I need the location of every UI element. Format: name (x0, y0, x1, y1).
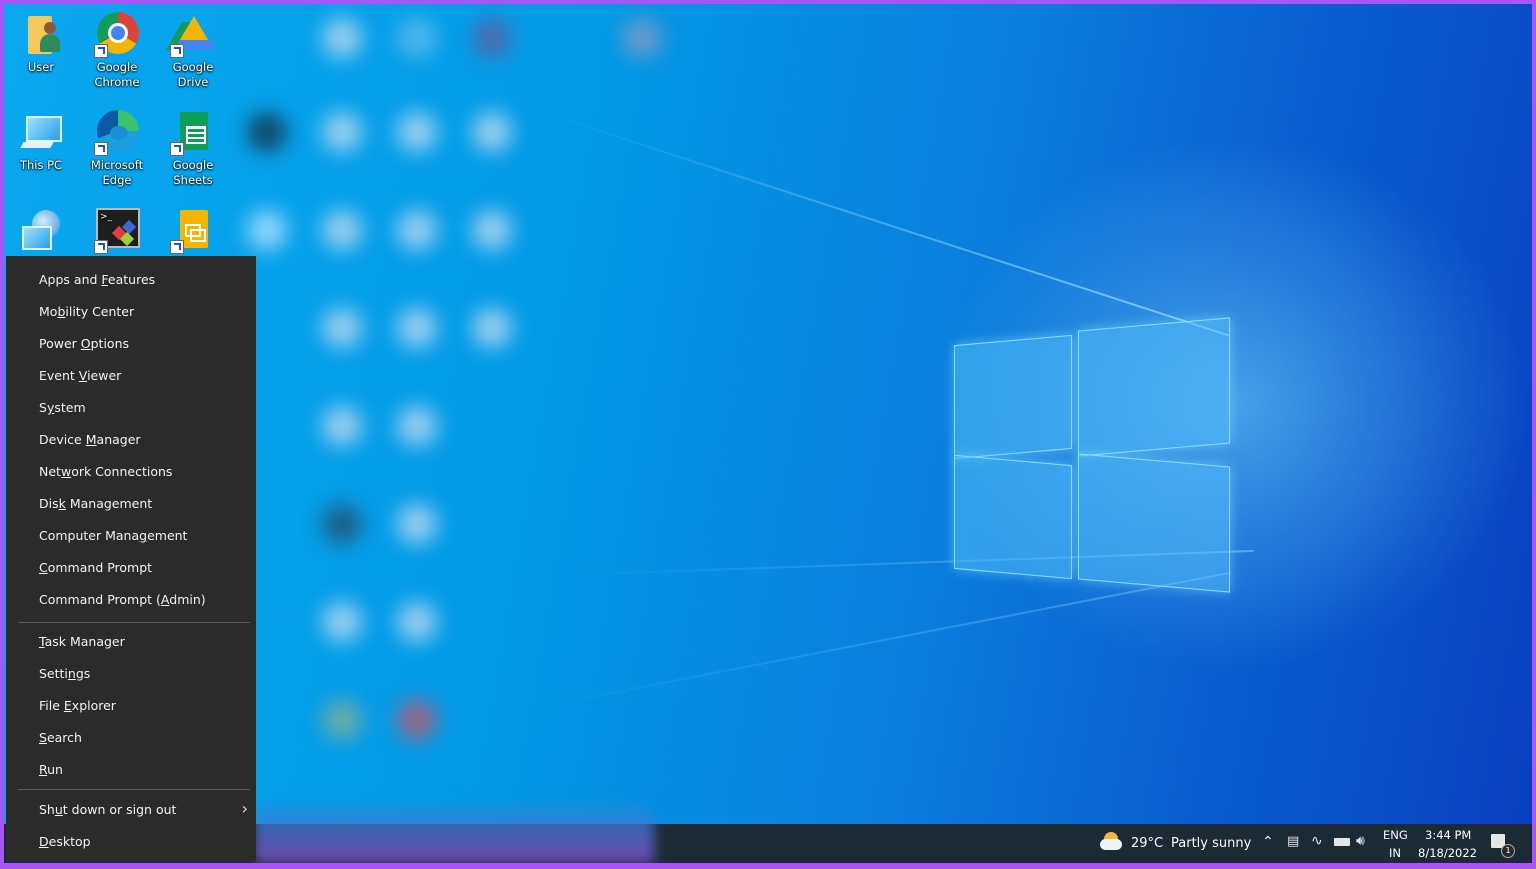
meet-now-icon[interactable]: ▤ (1287, 834, 1299, 849)
desktop-icon-google-drive[interactable]: Google Drive (156, 12, 230, 90)
desktop-icon-label: Microsoft Edge (90, 158, 144, 187)
desktop-icon-google-slides[interactable] (156, 208, 230, 256)
blurred-desktop-icons (232, 4, 672, 824)
desktop-icon-google-chrome[interactable]: Google Chrome (80, 12, 154, 90)
menu-item-device-manager[interactable]: Device Manager (39, 429, 141, 451)
desktop-icon-label: This PC (19, 158, 63, 172)
desktop-icon-network[interactable] (4, 208, 78, 256)
blurred-taskbar-apps (254, 804, 654, 863)
wifi-icon[interactable]: ∿ (1311, 833, 1323, 849)
notification-count-badge: 1 (1501, 844, 1515, 858)
menu-item-settings[interactable]: Settings (39, 663, 90, 685)
windows-logo (954, 310, 1234, 598)
accelerator-key: R (39, 762, 48, 777)
desktop-icon-microsoft-edge[interactable]: Microsoft Edge (80, 110, 154, 188)
accelerator-key: n (67, 666, 76, 681)
accelerator-key: O (80, 336, 91, 351)
accelerator-key: M (85, 432, 97, 447)
menu-item-task-manager[interactable]: Task Manager (39, 631, 125, 653)
menu-item-mobility-center[interactable]: Mobility Center (39, 301, 134, 323)
winx-context-menu: Apps and Features Mobility Center Power … (6, 256, 256, 861)
logo-pane-bottom-right (1078, 453, 1230, 593)
menu-item-command-prompt-admin[interactable]: Command Prompt (Admin) (39, 589, 206, 611)
desktop-icon-google-sheets[interactable]: Google Sheets (156, 110, 230, 188)
language-indicator-line2[interactable]: IN (1389, 846, 1401, 860)
weather-temperature[interactable]: 29°C (1131, 836, 1163, 851)
desktop-icon-user[interactable]: User (4, 12, 78, 75)
menu-item-event-viewer[interactable]: Event Viewer (39, 365, 121, 387)
this-pc-icon (18, 110, 64, 156)
clock-time[interactable]: 3:44 PM (1425, 828, 1471, 842)
google-sheets-icon (170, 110, 216, 156)
logo-pane-bottom-left (954, 454, 1072, 580)
menu-item-command-prompt[interactable]: Command Prompt (39, 557, 152, 579)
menu-item-disk-management[interactable]: Disk Management (39, 493, 152, 515)
menu-item-system[interactable]: System (39, 397, 86, 419)
menu-item-computer-management[interactable]: Computer Management (39, 525, 187, 547)
clock-date[interactable]: 8/18/2022 (1418, 846, 1477, 860)
battery-icon[interactable] (1334, 838, 1350, 846)
logo-pane-top-left (954, 334, 1072, 460)
google-drive-icon (165, 12, 216, 58)
menu-item-search[interactable]: Search (39, 727, 82, 749)
desktop-icon-terminal-app[interactable]: >_ (80, 208, 154, 256)
google-slides-icon (170, 208, 216, 254)
show-hidden-icons-chevron-up-icon[interactable]: ⌃ (1262, 834, 1274, 850)
accelerator-key: A (160, 592, 170, 607)
desktop-icon-label: Google Sheets (172, 158, 214, 187)
submenu-chevron-right-icon: › (241, 799, 248, 818)
desktop-icon-this-pc[interactable]: This PC (4, 110, 78, 173)
accelerator-key: V (78, 368, 88, 383)
accelerator-key: S (39, 730, 47, 745)
accelerator-key: T (39, 634, 45, 649)
desktop-icon-label: Google Chrome (94, 60, 140, 89)
logo-pane-top-right (1078, 317, 1230, 457)
menu-separator (18, 622, 250, 623)
accelerator-key: C (39, 560, 48, 575)
menu-item-run[interactable]: Run (39, 759, 63, 781)
desktop-icon-label: Google Drive (172, 60, 214, 89)
accelerator-key: k (58, 496, 66, 511)
accelerator-key: y (46, 400, 55, 415)
menu-item-shut-down-or-sign-out[interactable]: Shut down or sign out (39, 799, 176, 821)
edge-icon (94, 110, 140, 156)
accelerator-key: u (54, 802, 63, 817)
weather-condition[interactable]: Partly sunny (1171, 836, 1251, 851)
user-folder-icon (18, 12, 64, 58)
desktop[interactable]: User Google Chrome Google Drive This PC (4, 4, 1532, 863)
menu-item-power-options[interactable]: Power Options (39, 333, 129, 355)
menu-item-file-explorer[interactable]: File Explorer (39, 695, 116, 717)
desktop-icon-label: User (27, 60, 55, 74)
menu-separator (18, 789, 250, 790)
volume-icon[interactable]: 🔊︎ (1356, 833, 1365, 849)
accelerator-key: g (139, 528, 148, 543)
accelerator-key: F (101, 272, 108, 287)
language-indicator-line1[interactable]: ENG (1383, 828, 1408, 842)
accelerator-key: E (63, 698, 72, 713)
chrome-icon (94, 12, 140, 58)
accelerator-key: D (39, 834, 49, 849)
accelerator-key: b (57, 304, 66, 319)
network-icon (18, 208, 64, 254)
terminal-app-icon: >_ (94, 208, 140, 254)
accelerator-key: w (60, 464, 72, 479)
menu-item-desktop[interactable]: Desktop (39, 831, 91, 853)
menu-item-apps-and-features[interactable]: Apps and Features (39, 269, 155, 291)
menu-item-network-connections[interactable]: Network Connections (39, 461, 172, 483)
